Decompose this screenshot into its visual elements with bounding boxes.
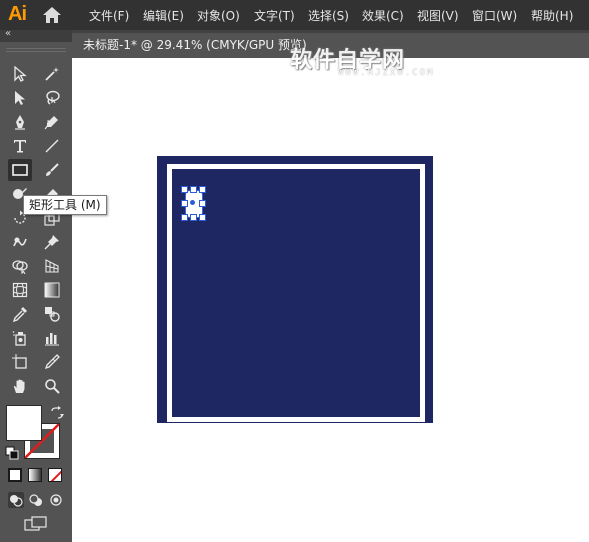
draw-inside-icon[interactable]: [48, 492, 64, 508]
symbol-sprayer-icon[interactable]: [8, 327, 32, 349]
column-graph-icon[interactable]: [40, 327, 64, 349]
draw-normal-icon[interactable]: [8, 492, 24, 508]
tools-panel: «: [0, 28, 72, 542]
menu-bar: Ai 文件(F) 编辑(E) 对象(O) 文字(T) 选择(S) 效果(C) 视…: [0, 0, 589, 30]
perspective-grid-icon[interactable]: [40, 255, 64, 277]
selected-rounded-rectangle[interactable]: [181, 186, 206, 221]
none-mode-button[interactable]: [48, 468, 62, 482]
blend-tool-icon[interactable]: [40, 303, 64, 325]
menu-edit[interactable]: 编辑(E): [143, 7, 184, 24]
eyedropper-icon[interactable]: [8, 303, 32, 325]
rectangle-tool-icon[interactable]: [8, 159, 32, 181]
puppet-warp-icon[interactable]: [40, 231, 64, 253]
menu-object[interactable]: 对象(O): [197, 7, 240, 24]
navy-square-artwork[interactable]: [157, 156, 433, 423]
selection-handle[interactable]: [181, 186, 188, 193]
menu-effect[interactable]: 效果(C): [362, 7, 404, 24]
tools-panel-header: «: [0, 28, 72, 42]
double-chevron-left-icon[interactable]: «: [5, 28, 11, 39]
gradient-mode-button[interactable]: [28, 468, 42, 482]
selection-handle[interactable]: [181, 200, 188, 207]
panel-grip: [6, 48, 66, 49]
warp-tool-icon[interactable]: [8, 231, 32, 253]
selection-handle[interactable]: [199, 214, 206, 221]
slice-tool-icon[interactable]: [40, 351, 64, 373]
document-tab[interactable]: 未标题-1* @ 29.41% (CMYK/GPU 预览): [72, 33, 589, 58]
menu-type[interactable]: 文字(T): [254, 7, 295, 24]
selection-handle[interactable]: [181, 214, 188, 221]
fill-swatch[interactable]: [6, 405, 42, 441]
direct-selection-icon[interactable]: [8, 87, 32, 109]
menu-help[interactable]: 帮助(H): [531, 7, 573, 24]
gradient-tool-icon[interactable]: [40, 279, 64, 301]
shape-builder-icon[interactable]: [8, 255, 32, 277]
hand-tool-icon[interactable]: [8, 375, 32, 397]
lasso-icon[interactable]: [40, 87, 64, 109]
panel-grip: [6, 51, 66, 52]
zoom-tool-icon[interactable]: [40, 375, 64, 397]
color-mode-button[interactable]: [8, 468, 22, 482]
selection-tool-icon[interactable]: [8, 63, 32, 85]
menu-view[interactable]: 视图(V): [417, 7, 459, 24]
curvature-tool-icon[interactable]: [40, 111, 64, 133]
menu-file[interactable]: 文件(F): [89, 7, 129, 24]
selection-handle[interactable]: [190, 214, 197, 221]
home-icon[interactable]: [42, 6, 62, 24]
selection-center-point: [190, 200, 195, 205]
magic-wand-icon[interactable]: [40, 63, 64, 85]
mesh-tool-icon[interactable]: [8, 279, 32, 301]
swap-fill-stroke-icon[interactable]: [50, 405, 64, 419]
document-canvas[interactable]: [72, 58, 589, 542]
selection-handle[interactable]: [199, 200, 206, 207]
document-tab-bar: 未标题-1* @ 29.41% (CMYK/GPU 预览): [72, 30, 589, 58]
document-tab-title: 未标题-1* @ 29.41% (CMYK/GPU 预览): [83, 38, 307, 52]
tool-tooltip: 矩形工具 (M): [23, 195, 107, 215]
none-icon: [50, 470, 61, 481]
app-logo: Ai: [8, 3, 27, 25]
pen-tool-icon[interactable]: [8, 111, 32, 133]
type-tool-icon[interactable]: [8, 135, 32, 157]
illustrator-window: Ai 文件(F) 编辑(E) 对象(O) 文字(T) 选择(S) 效果(C) 视…: [0, 0, 589, 542]
menu-window[interactable]: 窗口(W): [472, 7, 517, 24]
screen-mode-icon[interactable]: [24, 516, 48, 532]
line-segment-icon[interactable]: [40, 135, 64, 157]
selection-handle[interactable]: [199, 186, 206, 193]
paintbrush-icon[interactable]: [40, 159, 64, 181]
selection-handle[interactable]: [190, 186, 197, 193]
menu-select[interactable]: 选择(S): [308, 7, 349, 24]
artboard-tool-icon[interactable]: [8, 351, 32, 373]
draw-behind-icon[interactable]: [28, 492, 44, 508]
default-colors-icon[interactable]: [5, 445, 19, 460]
